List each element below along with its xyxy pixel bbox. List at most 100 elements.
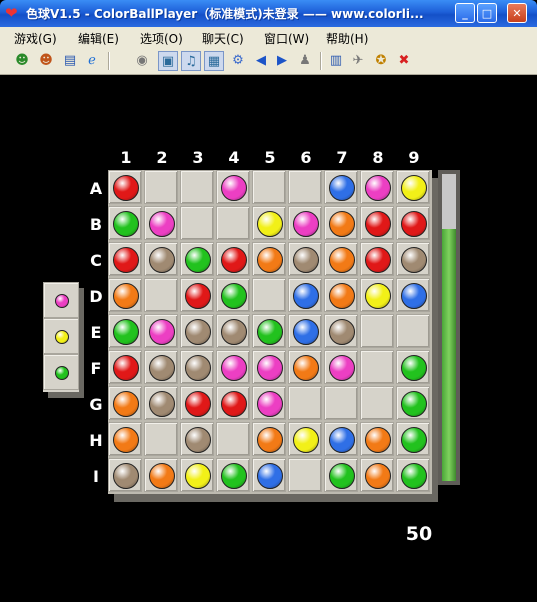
pink-ball[interactable] bbox=[329, 355, 355, 381]
red-ball[interactable] bbox=[113, 355, 139, 381]
board-cell[interactable] bbox=[396, 386, 430, 420]
board-cell[interactable] bbox=[288, 170, 322, 204]
board-cell[interactable] bbox=[252, 386, 286, 420]
board-cell[interactable] bbox=[252, 278, 286, 312]
red-ball[interactable] bbox=[185, 283, 211, 309]
board-cell[interactable] bbox=[288, 242, 322, 276]
green-ball[interactable] bbox=[257, 319, 283, 345]
tan-ball[interactable] bbox=[113, 463, 139, 489]
board-cell[interactable] bbox=[216, 422, 250, 456]
yellow-ball[interactable] bbox=[185, 463, 211, 489]
board-cell[interactable] bbox=[216, 386, 250, 420]
yellow-ball[interactable] bbox=[257, 211, 283, 237]
board-cell[interactable] bbox=[144, 278, 178, 312]
board-cell[interactable] bbox=[108, 314, 142, 348]
pink-ball[interactable] bbox=[257, 355, 283, 381]
board-cell[interactable] bbox=[180, 242, 214, 276]
board-cell[interactable] bbox=[288, 386, 322, 420]
board-cell[interactable] bbox=[324, 170, 358, 204]
board-cell[interactable] bbox=[108, 242, 142, 276]
board-cell[interactable] bbox=[396, 242, 430, 276]
blue-ball[interactable] bbox=[257, 463, 283, 489]
pink-ball[interactable] bbox=[149, 211, 175, 237]
board-cell[interactable] bbox=[360, 170, 394, 204]
board-cell[interactable] bbox=[288, 206, 322, 240]
board-cell[interactable] bbox=[252, 314, 286, 348]
orange-ball[interactable] bbox=[113, 427, 139, 453]
red-ball[interactable] bbox=[221, 247, 247, 273]
board-cell[interactable] bbox=[360, 422, 394, 456]
board-cell[interactable] bbox=[396, 458, 430, 492]
board-cell[interactable] bbox=[216, 170, 250, 204]
board-cell[interactable] bbox=[288, 458, 322, 492]
yellow-ball[interactable] bbox=[401, 175, 427, 201]
board-cell[interactable] bbox=[180, 350, 214, 384]
board-cell[interactable] bbox=[252, 242, 286, 276]
orange-ball[interactable] bbox=[113, 391, 139, 417]
board-cell[interactable] bbox=[144, 386, 178, 420]
blue-ball[interactable] bbox=[329, 175, 355, 201]
board-cell[interactable] bbox=[360, 278, 394, 312]
orange-ball[interactable] bbox=[113, 283, 139, 309]
orange-ball[interactable] bbox=[257, 247, 283, 273]
tan-ball[interactable] bbox=[329, 319, 355, 345]
board-cell[interactable] bbox=[180, 314, 214, 348]
blue-ball[interactable] bbox=[401, 283, 427, 309]
board-cell[interactable] bbox=[180, 206, 214, 240]
board-cell[interactable] bbox=[396, 422, 430, 456]
orange-ball[interactable] bbox=[293, 355, 319, 381]
board-cell[interactable] bbox=[360, 350, 394, 384]
pink-ball[interactable] bbox=[221, 175, 247, 201]
board-cell[interactable] bbox=[216, 350, 250, 384]
tan-ball[interactable] bbox=[185, 319, 211, 345]
tan-ball[interactable] bbox=[149, 247, 175, 273]
board-cell[interactable] bbox=[324, 422, 358, 456]
red-ball[interactable] bbox=[401, 211, 427, 237]
board-cell[interactable] bbox=[144, 458, 178, 492]
board-cell[interactable] bbox=[324, 278, 358, 312]
green-ball[interactable] bbox=[401, 463, 427, 489]
board-cell[interactable] bbox=[144, 242, 178, 276]
board-cell[interactable] bbox=[216, 314, 250, 348]
board-cell[interactable] bbox=[252, 206, 286, 240]
board-cell[interactable] bbox=[288, 314, 322, 348]
board-cell[interactable] bbox=[108, 278, 142, 312]
board-cell[interactable] bbox=[108, 206, 142, 240]
green-ball[interactable] bbox=[329, 463, 355, 489]
board-cell[interactable] bbox=[252, 422, 286, 456]
green-ball[interactable] bbox=[113, 211, 139, 237]
green-ball[interactable] bbox=[221, 463, 247, 489]
red-ball[interactable] bbox=[113, 175, 139, 201]
board-cell[interactable] bbox=[180, 386, 214, 420]
green-ball[interactable] bbox=[185, 247, 211, 273]
board-cell[interactable] bbox=[144, 206, 178, 240]
tan-ball[interactable] bbox=[293, 247, 319, 273]
board-cell[interactable] bbox=[144, 422, 178, 456]
orange-ball[interactable] bbox=[365, 427, 391, 453]
board-cell[interactable] bbox=[324, 458, 358, 492]
board-cell[interactable] bbox=[252, 350, 286, 384]
red-ball[interactable] bbox=[365, 247, 391, 273]
orange-ball[interactable] bbox=[365, 463, 391, 489]
pink-ball[interactable] bbox=[293, 211, 319, 237]
tan-ball[interactable] bbox=[401, 247, 427, 273]
board-cell[interactable] bbox=[360, 314, 394, 348]
board-cell[interactable] bbox=[216, 278, 250, 312]
red-ball[interactable] bbox=[365, 211, 391, 237]
board-cell[interactable] bbox=[324, 314, 358, 348]
board-cell[interactable] bbox=[216, 206, 250, 240]
board-cell[interactable] bbox=[108, 458, 142, 492]
tan-ball[interactable] bbox=[149, 355, 175, 381]
board-cell[interactable] bbox=[288, 350, 322, 384]
board-cell[interactable] bbox=[324, 386, 358, 420]
board-cell[interactable] bbox=[324, 242, 358, 276]
pink-ball[interactable] bbox=[221, 355, 247, 381]
pink-ball[interactable] bbox=[149, 319, 175, 345]
board-cell[interactable] bbox=[108, 386, 142, 420]
orange-ball[interactable] bbox=[257, 427, 283, 453]
pink-ball[interactable] bbox=[365, 175, 391, 201]
green-ball[interactable] bbox=[401, 427, 427, 453]
board-cell[interactable] bbox=[252, 458, 286, 492]
green-ball[interactable] bbox=[401, 391, 427, 417]
blue-ball[interactable] bbox=[329, 427, 355, 453]
